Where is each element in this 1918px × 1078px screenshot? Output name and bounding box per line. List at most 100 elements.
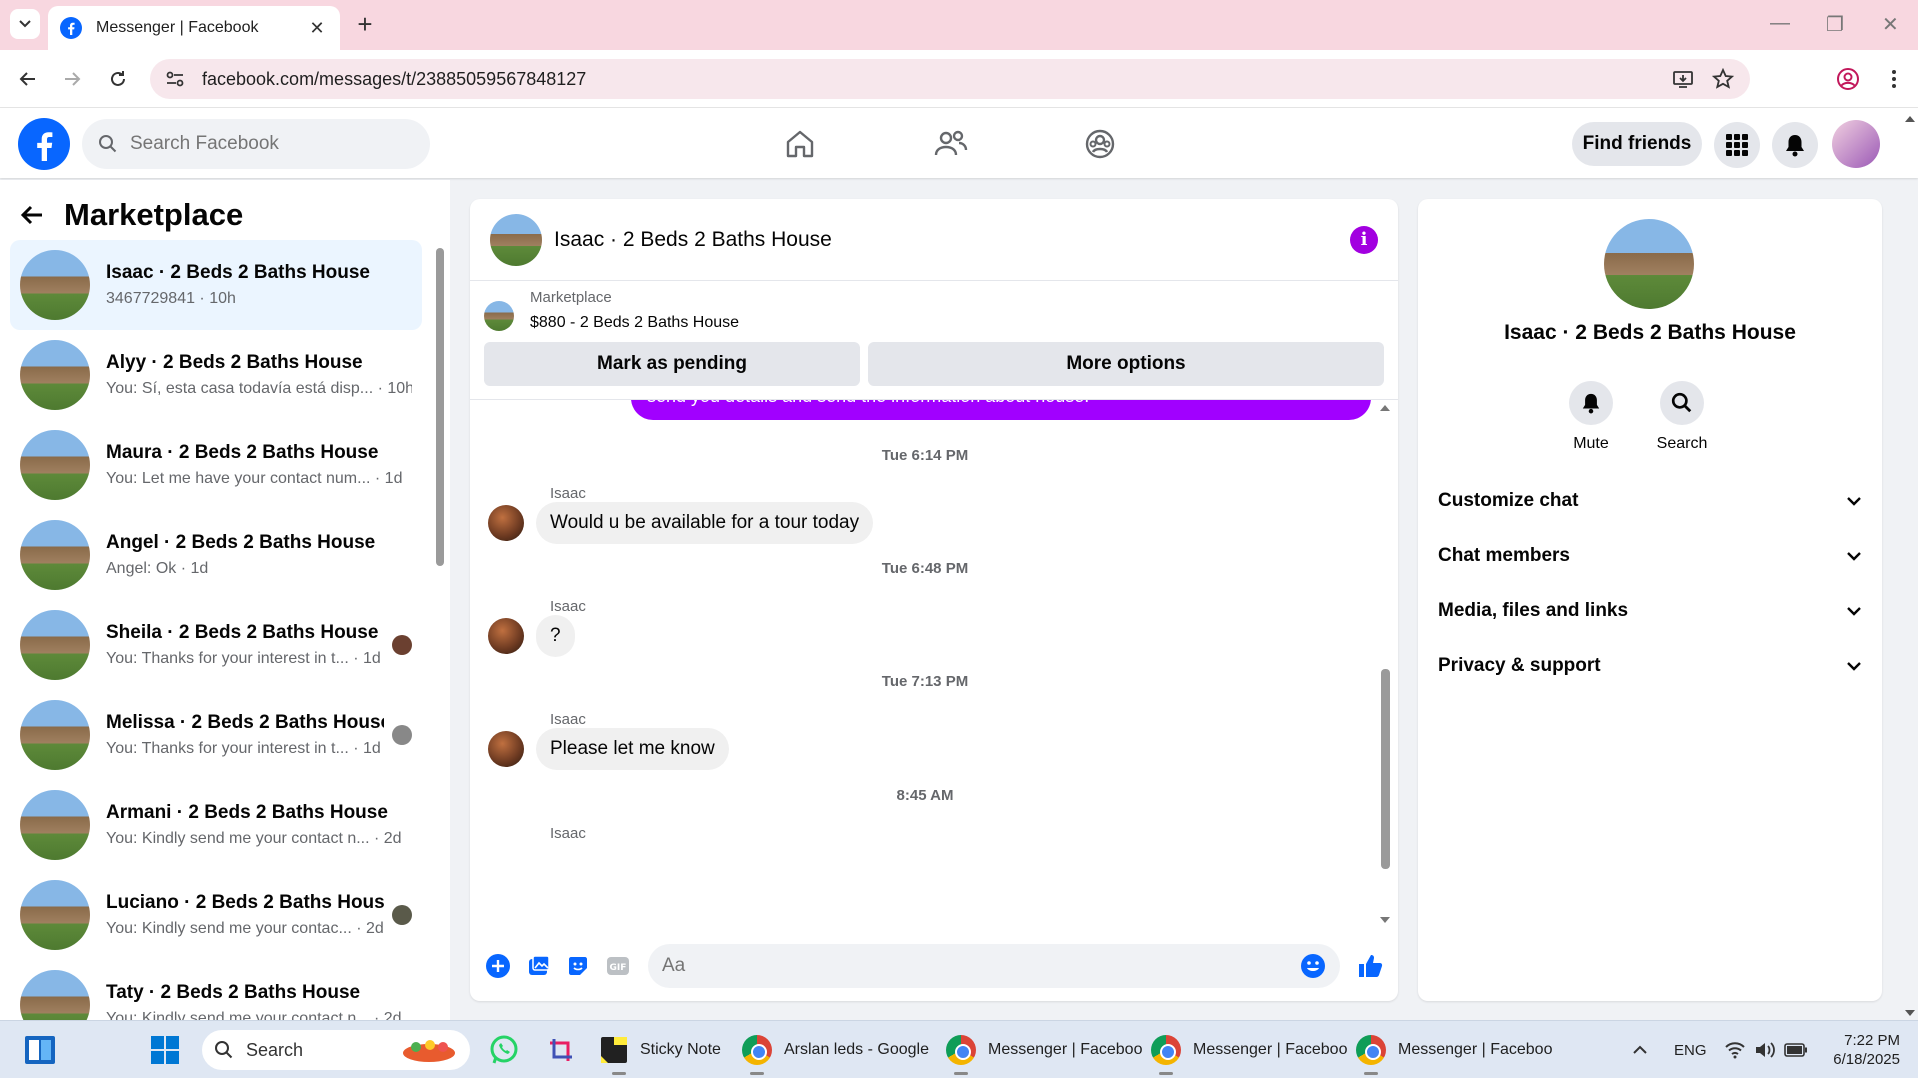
whatsapp-taskbar-button[interactable] [488, 1021, 520, 1078]
show-hidden-icons-button[interactable] [1632, 1021, 1648, 1078]
reload-button[interactable] [104, 65, 132, 93]
page-scrollbar[interactable] [1902, 112, 1918, 1020]
notifications-button[interactable] [1772, 122, 1818, 168]
conversation-row[interactable]: Luciano · 2 Beds 2 Baths House You: Kindl… [10, 870, 422, 960]
sticker-icon[interactable] [563, 951, 593, 981]
section-label: Media, files and links [1438, 600, 1629, 621]
sidebar-scroll-thumb[interactable] [436, 248, 444, 566]
message-input[interactable] [662, 955, 1300, 977]
browser-tab-active[interactable]: Messenger | Facebook ✕ [48, 6, 340, 50]
chat-avatar[interactable] [490, 213, 542, 266]
start-button[interactable] [150, 1021, 180, 1078]
clock-date: 6/18/2025 [1833, 1051, 1900, 1068]
conversation-row[interactable]: Angel · 2 Beds 2 Baths House Angel: Ok · … [10, 510, 422, 600]
chat-scroll-thumb[interactable] [1381, 669, 1390, 869]
mark-as-pending-button[interactable]: Mark as pending [484, 342, 860, 386]
scroll-down-icon[interactable] [1903, 1008, 1917, 1018]
find-friends-button[interactable]: Find friends [1572, 122, 1702, 166]
conversation-row[interactable]: Melissa · 2 Beds 2 Baths House You: Thank… [10, 690, 422, 780]
message-thread[interactable]: send you details and send the informatio… [470, 399, 1398, 929]
menu-button[interactable] [1714, 122, 1760, 168]
media-files-links-section[interactable]: Media, files and links [1438, 591, 1862, 631]
gif-icon[interactable]: GIF [603, 951, 633, 981]
conversation-row[interactable]: Maura · 2 Beds 2 Baths House You: Let me … [10, 420, 422, 510]
more-options-button[interactable]: More options [868, 342, 1384, 386]
conversation-row[interactable]: Isaac · 2 Beds 2 Baths House 3467729841 ·… [10, 240, 422, 330]
scroll-down-icon[interactable] [1378, 915, 1392, 925]
new-tab-button[interactable]: + [350, 10, 380, 40]
privacy-support-section[interactable]: Privacy & support [1438, 646, 1862, 686]
conversation-name: Sheila · 2 Beds 2 Baths House [106, 622, 379, 643]
photo-icon[interactable] [523, 951, 553, 981]
snipping-tool-taskbar-button[interactable] [546, 1021, 576, 1078]
address-bar[interactable]: facebook.com/messages/t/2388505956784812… [150, 59, 1750, 99]
emoji-icon[interactable] [1300, 953, 1326, 979]
taskbar-search[interactable]: Search [202, 1030, 470, 1070]
sender-avatar[interactable] [488, 505, 524, 541]
incoming-message-bubble: Would u be available for a tour today [536, 502, 874, 544]
listing-avatar [20, 430, 90, 500]
friends-nav-button[interactable] [933, 126, 969, 162]
widgets-button[interactable] [24, 1021, 56, 1078]
search-in-conversation-action[interactable]: Search [1642, 381, 1722, 453]
scroll-up-icon[interactable] [1903, 114, 1917, 124]
incoming-message-bubble: ? [536, 615, 575, 657]
conversation-row[interactable]: Taty · 2 Beds 2 Baths House You: Kindly s… [10, 960, 422, 1020]
taskbar-clock[interactable]: 7:22 PM 6/18/2025 [1820, 1031, 1900, 1069]
wifi-icon [1725, 1042, 1745, 1059]
back-button[interactable] [14, 65, 42, 93]
profile-button[interactable] [1834, 65, 1862, 93]
whatsapp-icon [490, 1035, 518, 1064]
chat-scrollbar[interactable] [1378, 399, 1392, 929]
chevron-down-icon [19, 20, 31, 28]
info-icon[interactable]: i [1350, 225, 1378, 254]
sender-avatar[interactable] [488, 731, 524, 767]
chat-members-section[interactable]: Chat members [1438, 536, 1862, 576]
conversation-row[interactable]: Alyy · 2 Beds 2 Baths House You: Sí, esta… [10, 330, 422, 420]
sticky-note-icon [601, 1037, 627, 1063]
groups-nav-button[interactable] [1082, 126, 1118, 162]
sidebar-scrollbar[interactable] [434, 238, 444, 998]
sender-avatar[interactable] [488, 618, 524, 654]
back-arrow-icon[interactable] [20, 204, 44, 226]
marketplace-listing-info[interactable]: Marketplace $880 - 2 Beds 2 Baths House [484, 289, 739, 332]
account-avatar[interactable] [1832, 120, 1880, 168]
bookmark-star-icon[interactable] [1710, 66, 1736, 92]
conversation-row[interactable]: Sheila · 2 Beds 2 Baths House You: Thanks… [10, 600, 422, 690]
chrome-taskbar-button[interactable]: Messenger | Faceboo [1151, 1021, 1347, 1078]
conversation-preview: 3467729841 · 10h [106, 290, 236, 307]
close-window-button[interactable]: ✕ [1882, 12, 1899, 37]
chrome-taskbar-button[interactable]: Messenger | Faceboo [946, 1021, 1142, 1078]
scroll-up-icon[interactable] [1378, 403, 1392, 413]
restore-button[interactable]: ❐ [1826, 12, 1844, 37]
thumbs-up-icon[interactable] [1355, 951, 1385, 981]
home-nav-button[interactable] [782, 126, 818, 162]
facebook-header: Find friends [0, 108, 1918, 178]
message-input-field[interactable] [648, 944, 1340, 988]
language-indicator[interactable]: ENG [1674, 1021, 1707, 1078]
facebook-logo-icon[interactable] [18, 118, 70, 170]
tab-close-icon[interactable]: ✕ [306, 18, 328, 39]
home-icon [786, 130, 814, 158]
forward-button[interactable] [58, 65, 86, 93]
network-volume-battery[interactable] [1724, 1021, 1808, 1078]
install-app-icon[interactable] [1670, 66, 1696, 92]
mute-action[interactable]: Mute [1551, 381, 1631, 453]
customize-chat-section[interactable]: Customize chat [1438, 481, 1862, 521]
chrome-taskbar-button[interactable]: Messenger | Faceboo [1356, 1021, 1552, 1078]
conversation-row[interactable]: Armani · 2 Beds 2 Baths House You: Kindly… [10, 780, 422, 870]
listing-avatar [20, 340, 90, 410]
minimize-button[interactable]: — [1770, 12, 1790, 35]
tab-search-button[interactable] [10, 9, 40, 39]
running-indicator [750, 1072, 764, 1075]
chat-title[interactable]: Isaac · 2 Beds 2 Baths House [554, 228, 1350, 252]
sticky-note-taskbar-button[interactable]: Sticky Note [600, 1021, 721, 1078]
friends-icon [934, 130, 968, 156]
browser-menu-button[interactable] [1880, 65, 1908, 93]
taskbar-app-label: Messenger | Faceboo [1193, 1041, 1348, 1058]
facebook-search[interactable] [82, 119, 430, 169]
plus-circle-icon[interactable] [483, 951, 513, 981]
chrome-taskbar-button[interactable]: Arslan leds - Google [742, 1021, 929, 1078]
details-avatar[interactable] [1604, 219, 1694, 309]
facebook-search-input[interactable] [130, 133, 390, 155]
